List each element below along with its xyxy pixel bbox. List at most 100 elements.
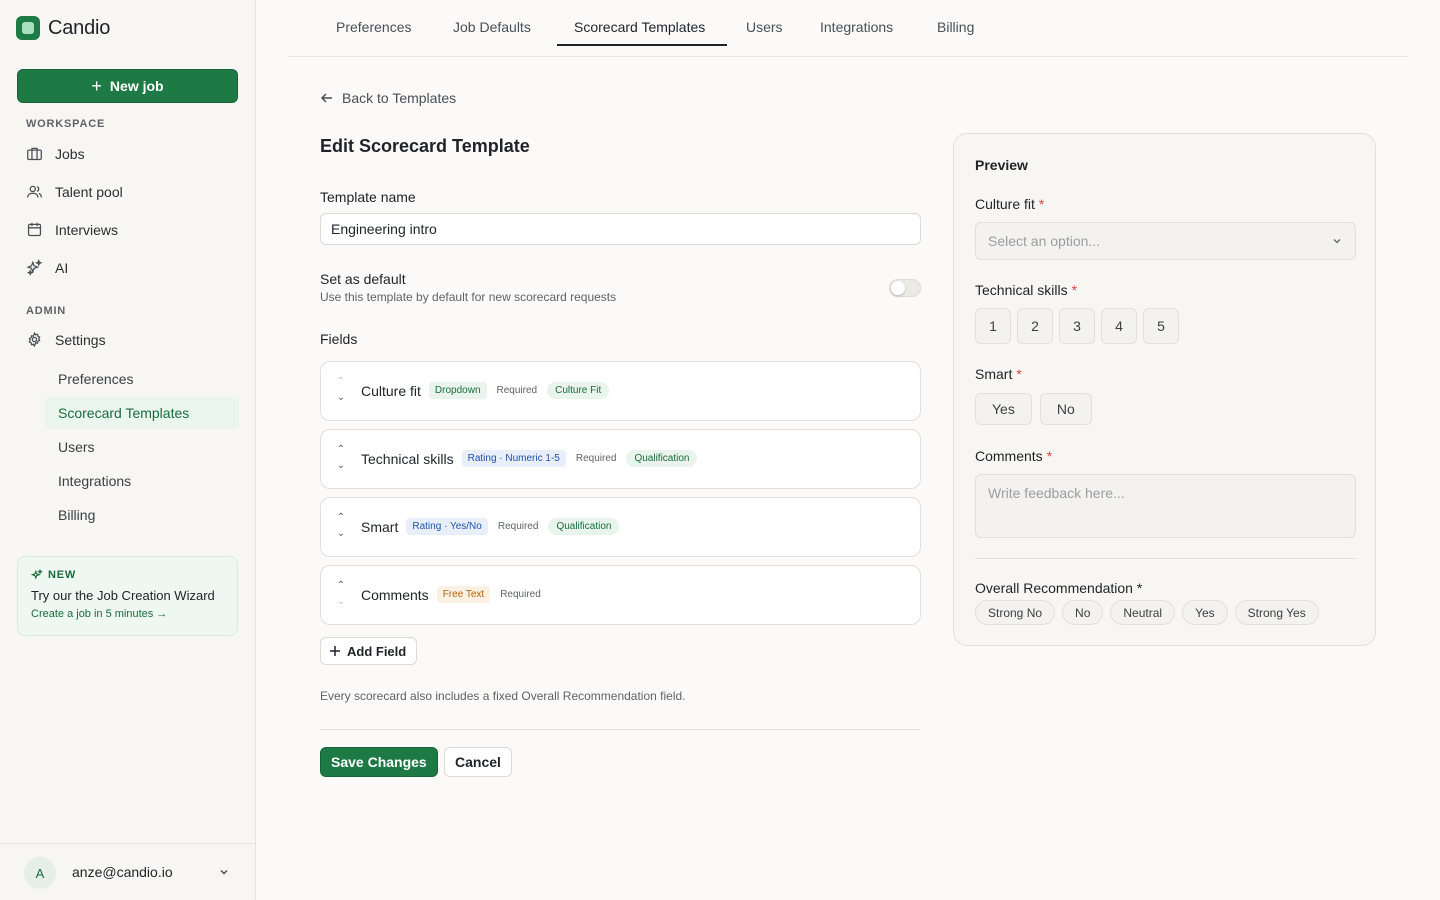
new-job-button[interactable]: + New job: [17, 69, 238, 103]
promo-link[interactable]: Create a job in 5 minutes →: [31, 608, 224, 620]
save-changes-button[interactable]: Save Changes: [320, 747, 438, 777]
field-row: Technical skills Rating · Numeric 1-5 Re…: [361, 450, 698, 467]
plus-icon: [330, 646, 340, 656]
subnav-item-scorecard-templates[interactable]: Scorecard Templates: [45, 397, 239, 429]
back-to-templates-link[interactable]: Back to Templates: [320, 90, 456, 106]
preview-comments-textarea[interactable]: Write feedback here...: [975, 474, 1356, 538]
recommendation-option[interactable]: Strong Yes: [1234, 600, 1319, 625]
tab-billing[interactable]: Billing: [937, 19, 974, 35]
tab-job-defaults[interactable]: Job Defaults: [453, 19, 531, 35]
label-text: Smart: [975, 366, 1013, 382]
field-type-badge: Free Text: [436, 586, 491, 603]
move-down-icon[interactable]: ⌄: [337, 459, 345, 473]
logo[interactable]: Candio: [16, 16, 110, 40]
subnav-item-users[interactable]: Users: [45, 431, 239, 463]
subnav-item-preferences[interactable]: Preferences: [45, 363, 239, 395]
label-text: Technical skills: [975, 282, 1068, 298]
active-tab-indicator: [557, 44, 727, 46]
move-up-icon[interactable]: ⌃: [337, 511, 345, 525]
label-text: Culture fit: [975, 196, 1035, 212]
users-icon: [27, 185, 42, 198]
sparkles-icon: [26, 259, 43, 276]
preview-culture-fit-label: Culture fit *: [975, 196, 1044, 212]
recommendation-option[interactable]: No: [1062, 600, 1104, 625]
category-tag: Qualification: [626, 450, 698, 467]
move-down-icon[interactable]: ⌄: [337, 391, 345, 405]
rating-option[interactable]: 2: [1017, 308, 1053, 344]
sidebar-item-interviews[interactable]: Interviews: [26, 221, 118, 238]
preview-rating-group: 1 2 3 4 5: [975, 308, 1179, 344]
field-row: Culture fit Dropdown Required Culture Fi…: [361, 382, 610, 399]
rating-option[interactable]: 5: [1143, 308, 1179, 344]
sidebar-item-label: Jobs: [55, 145, 85, 162]
admin-section-label: ADMIN: [26, 305, 67, 317]
template-name-label: Template name: [320, 189, 416, 205]
tab-scorecard-templates[interactable]: Scorecard Templates: [574, 19, 705, 35]
app-name: Candio: [48, 16, 111, 39]
sidebar-item-label: Talent pool: [55, 183, 123, 200]
field-card-smart[interactable]: ⌃ ⌄ Smart Rating · Yes/No Required Quali…: [320, 497, 921, 557]
field-type-badge: Rating · Yes/No: [406, 518, 488, 535]
category-tag: Qualification: [548, 518, 620, 535]
sidebar-item-ai[interactable]: AI: [26, 259, 68, 276]
promo-badge-label: NEW: [48, 569, 77, 581]
move-down-icon[interactable]: ⌄: [337, 595, 345, 609]
preview-yesno-group: Yes No: [975, 393, 1092, 425]
recommendation-option[interactable]: Yes: [1182, 600, 1228, 625]
required-marker: *: [1016, 366, 1022, 382]
rating-option[interactable]: 1: [975, 308, 1011, 344]
reorder-controls: ⌃ ⌄: [333, 579, 349, 609]
add-field-button[interactable]: Add Field: [320, 637, 418, 665]
template-name-input[interactable]: [320, 213, 921, 245]
sidebar-item-jobs[interactable]: Jobs: [26, 145, 85, 162]
workspace-section-label: WORKSPACE: [26, 118, 106, 130]
move-down-icon[interactable]: ⌄: [337, 527, 345, 541]
add-field-label: Add Field: [347, 643, 407, 659]
reorder-controls: ⌃ ⌄: [333, 375, 349, 405]
sidebar-item-settings[interactable]: Settings: [26, 331, 106, 348]
default-label: Set as default: [320, 271, 406, 287]
move-up-icon[interactable]: ⌃: [337, 579, 345, 593]
required-marker: *: [1038, 196, 1045, 212]
field-row: Smart Rating · Yes/No Required Qualifica…: [361, 518, 620, 535]
field-type-badge: Rating · Numeric 1-5: [461, 450, 566, 467]
rating-option[interactable]: 3: [1059, 308, 1095, 344]
plus-icon: +: [91, 76, 102, 96]
default-toggle[interactable]: [889, 279, 921, 297]
promo-card[interactable]: NEW Try our the Job Creation Wizard Crea…: [17, 556, 238, 636]
tab-users[interactable]: Users: [746, 19, 783, 35]
preview-title: Preview: [975, 157, 1028, 173]
tab-integrations[interactable]: Integrations: [820, 19, 893, 35]
rating-option[interactable]: 4: [1101, 308, 1137, 344]
new-job-label: New job: [109, 78, 164, 94]
subnav-item-billing[interactable]: Billing: [45, 499, 239, 531]
cancel-button[interactable]: Cancel: [444, 747, 512, 777]
field-card-comments[interactable]: ⌃ ⌄ Comments Free Text Required: [320, 565, 921, 625]
yes-option[interactable]: Yes: [975, 393, 1032, 425]
promo-title: Try our the Job Creation Wizard: [31, 588, 215, 603]
reorder-controls: ⌃ ⌄: [333, 511, 349, 541]
sparkles-icon: [31, 569, 43, 580]
required-label: Required: [500, 589, 541, 600]
move-up-icon[interactable]: ⌃: [337, 443, 345, 457]
field-card-culture-fit[interactable]: ⌃ ⌄ Culture fit Dropdown Required Cultur…: [320, 361, 921, 421]
field-type-badge: Dropdown: [428, 382, 487, 399]
required-marker: *: [1071, 282, 1078, 298]
sidebar-item-talent-pool[interactable]: Talent pool: [26, 183, 123, 200]
preview-culture-fit-select[interactable]: Select an option...: [975, 222, 1356, 260]
recommendation-option[interactable]: Strong No: [975, 600, 1056, 625]
subnav-item-integrations[interactable]: Integrations: [45, 465, 239, 497]
recommendation-option[interactable]: Neutral: [1110, 600, 1176, 625]
required-label: Required: [496, 385, 538, 396]
sidebar-item-label: AI: [55, 259, 69, 276]
tab-preferences[interactable]: Preferences: [336, 19, 411, 35]
sidebar-item-label: Settings: [55, 331, 106, 348]
user-menu[interactable]: A anze@candio.io: [0, 843, 256, 900]
gear-icon: [28, 331, 41, 348]
no-option[interactable]: No: [1039, 393, 1092, 425]
promo-badge: NEW: [31, 569, 224, 581]
required-label: Required: [575, 453, 617, 464]
field-card-technical-skills[interactable]: ⌃ ⌄ Technical skills Rating · Numeric 1-…: [320, 429, 921, 489]
move-up-icon[interactable]: ⌃: [337, 375, 345, 389]
fields-label: Fields: [320, 331, 358, 347]
